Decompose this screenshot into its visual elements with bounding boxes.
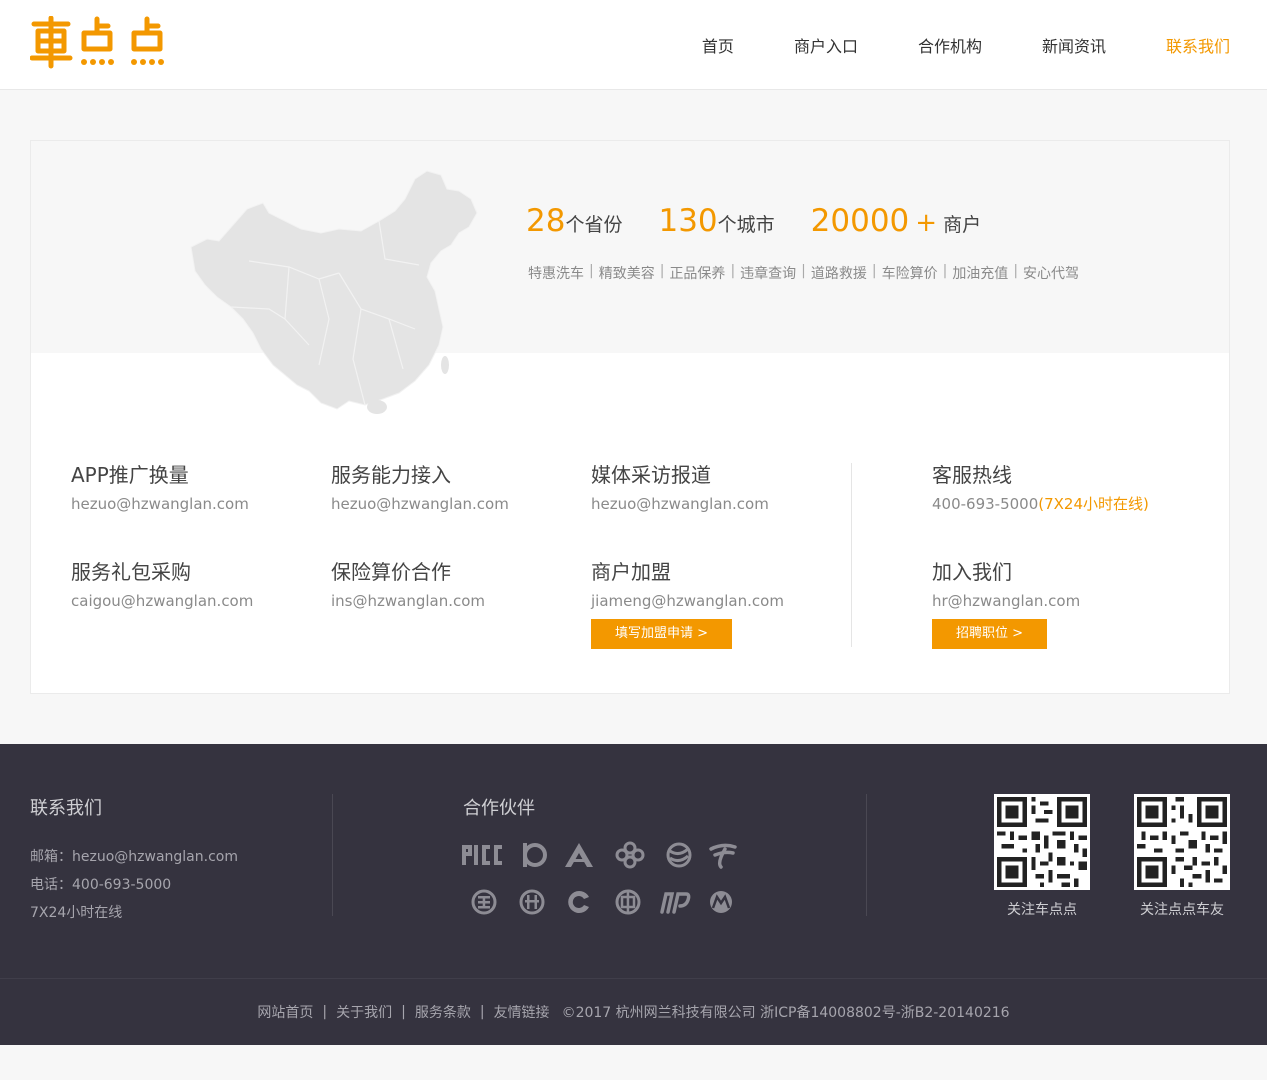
contact-title: 服务能力接入 bbox=[331, 463, 451, 487]
qr-caption-diandian-chevou: 关注点点车友 bbox=[1140, 902, 1224, 918]
contact-app-promo: APP推广换量 hezuo@hzwanglan.com bbox=[71, 462, 249, 514]
footer-link-friends[interactable]: 友情链接 bbox=[494, 1002, 550, 1022]
nav-contact[interactable]: 联系我们 bbox=[1166, 33, 1230, 57]
bank-of-china-icon bbox=[615, 889, 641, 915]
job-openings-button[interactable]: 招聘职位 > bbox=[932, 619, 1048, 649]
contact-service-access: 服务能力接入 hezuo@hzwanglan.com bbox=[331, 462, 509, 514]
contact-title: 客服热线 bbox=[932, 463, 1012, 487]
contact-gift-purchase: 服务礼包采购 caigou@hzwanglan.com bbox=[71, 559, 253, 611]
footer-partners-title: 合作伙伴 bbox=[463, 798, 535, 819]
contact-merchant-join: 商户加盟 jiameng@hzwanglan.com 填写加盟申请 > bbox=[591, 559, 784, 649]
bank-icon-2 bbox=[519, 889, 545, 915]
footer-phone: 电话：400-693-5000 bbox=[30, 877, 172, 893]
contact-title: 商户加盟 bbox=[591, 560, 671, 584]
contact-title: 加入我们 bbox=[932, 560, 1012, 584]
picc-logo-icon bbox=[462, 845, 502, 865]
contact-email[interactable]: jiameng@hzwanglan.com bbox=[591, 591, 784, 611]
footer-divider bbox=[866, 794, 867, 916]
brand-logo[interactable] bbox=[30, 16, 170, 70]
nav-merchant-entry[interactable]: 商户入口 bbox=[794, 33, 858, 57]
column-divider bbox=[851, 463, 852, 647]
footer-contact-title: 联系我们 bbox=[30, 798, 102, 819]
site-header: 首页 商户入口 合作机构 新闻资讯 联系我们 bbox=[0, 0, 1267, 90]
footer-email: 邮箱：hezuo@hzwanglan.com bbox=[30, 849, 238, 865]
china-merchants-bank-icon bbox=[710, 891, 732, 913]
contact-grid: APP推广换量 hezuo@hzwanglan.com 服务能力接入 hezuo… bbox=[31, 141, 1229, 693]
footer-hours: 7X24小时在线 bbox=[30, 905, 123, 921]
qr-code-chediandian bbox=[994, 794, 1090, 890]
bank-icon-1 bbox=[471, 889, 497, 915]
hotline-number: 400-693-5000(7X24小时在线) bbox=[932, 495, 1149, 513]
contact-insurance: 保险算价合作 ins@hzwanglan.com bbox=[331, 559, 485, 611]
contact-title: APP推广换量 bbox=[71, 463, 189, 487]
footer-link-home[interactable]: 网站首页 bbox=[257, 1002, 313, 1022]
nav-news[interactable]: 新闻资讯 bbox=[1042, 33, 1106, 57]
footer-divider bbox=[332, 794, 333, 916]
contact-card: 28 个省份 130 个城市 20000 + 商户 特惠洗车 | 精致美容 | 正品… bbox=[30, 140, 1230, 694]
bank-icon-3 bbox=[568, 891, 589, 913]
nav-partners[interactable]: 合作机构 bbox=[918, 33, 982, 57]
nav-home[interactable]: 首页 bbox=[702, 33, 734, 57]
china-unicom-icon bbox=[615, 841, 645, 869]
footer-copyright: ©2017 杭州网兰科技有限公司 浙ICP备14008802号-浙B2-2014… bbox=[561, 1005, 1010, 1021]
contact-join-us: 加入我们 hr@hzwanglan.com 招聘职位 > bbox=[932, 559, 1080, 649]
contact-hotline: 客服热线 400-693-5000(7X24小时在线) bbox=[932, 462, 1149, 514]
contact-email[interactable]: caigou@hzwanglan.com bbox=[71, 591, 253, 611]
china-mobile-icon bbox=[666, 842, 692, 868]
contact-media: 媒体采访报道 hezuo@hzwanglan.com bbox=[591, 462, 769, 514]
footer-link-terms[interactable]: 服务条款 bbox=[415, 1002, 471, 1022]
contact-title: 服务礼包采购 bbox=[71, 560, 191, 584]
main-nav: 首页 商户入口 合作机构 新闻资讯 联系我们 bbox=[702, 0, 1230, 90]
site-footer: 联系我们 邮箱：hezuo@hzwanglan.com 电话：400-693-5… bbox=[0, 744, 1267, 1045]
contact-email[interactable]: hr@hzwanglan.com bbox=[932, 591, 1080, 611]
contact-email[interactable]: hezuo@hzwanglan.com bbox=[591, 494, 769, 514]
contact-email[interactable]: ins@hzwanglan.com bbox=[331, 591, 485, 611]
qr-code-diandian-chevou bbox=[1134, 794, 1230, 890]
contact-email[interactable]: hezuo@hzwanglan.com bbox=[71, 494, 249, 514]
bank-icon-5 bbox=[660, 892, 691, 914]
contact-title: 保险算价合作 bbox=[331, 560, 451, 584]
contact-title: 媒体采访报道 bbox=[591, 463, 711, 487]
qr-caption-chediandian: 关注车点点 bbox=[1007, 902, 1077, 918]
china-telecom-icon bbox=[709, 843, 737, 869]
footer-bottom-bar: 网站首页 | 关于我们 | 服务条款 | 友情链接 ©2017 杭州网兰科技有限公司 … bbox=[0, 978, 1267, 1045]
merchant-apply-button[interactable]: 填写加盟申请 > bbox=[591, 619, 733, 649]
contact-email[interactable]: hezuo@hzwanglan.com bbox=[331, 494, 509, 514]
pacific-insurance-icon bbox=[523, 843, 547, 867]
a-brand-icon bbox=[565, 843, 593, 867]
footer-link-about[interactable]: 关于我们 bbox=[336, 1002, 392, 1022]
